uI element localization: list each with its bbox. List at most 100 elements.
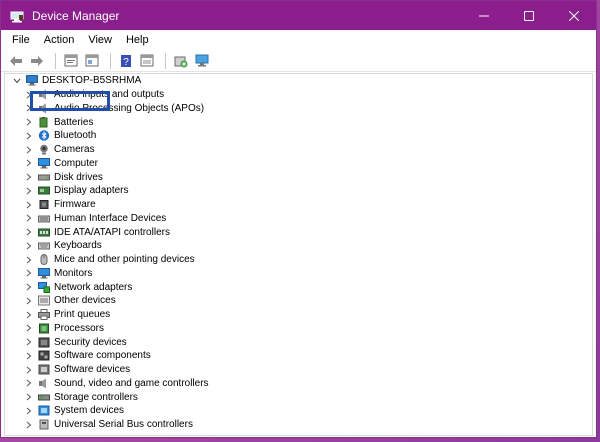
tree-category-system-devices[interactable]: System devices bbox=[5, 404, 592, 418]
tree-item-label: Processors bbox=[54, 322, 105, 334]
add-legacy-hardware-button[interactable] bbox=[172, 52, 190, 70]
tree-category-keyboards[interactable]: Keyboards bbox=[5, 239, 592, 253]
tree-category-software-devices[interactable]: Software devices bbox=[5, 363, 592, 377]
disk-drive-icon bbox=[38, 172, 50, 183]
chevron-right-icon[interactable] bbox=[24, 351, 34, 361]
unknown-device-icon bbox=[38, 295, 50, 306]
tree-category-software-components[interactable]: Software components bbox=[5, 349, 592, 363]
tree-category-display-adapters[interactable]: Display adapters bbox=[5, 184, 592, 198]
tree-category-security-devices[interactable]: Security devices bbox=[5, 335, 592, 349]
chevron-right-icon[interactable] bbox=[24, 282, 34, 292]
chevron-right-icon[interactable] bbox=[24, 241, 34, 251]
chevron-right-icon[interactable] bbox=[24, 90, 34, 100]
tree-category-audio-processing-objects-apos[interactable]: Audio Processing Objects (APOs) bbox=[5, 102, 592, 116]
help-button[interactable]: ? bbox=[117, 52, 135, 70]
chevron-right-icon[interactable] bbox=[24, 172, 34, 182]
chevron-right-icon[interactable] bbox=[24, 227, 34, 237]
tree-category-sound-video-and-game-controllers[interactable]: Sound, video and game controllers bbox=[5, 377, 592, 391]
tree-item-label: Human Interface Devices bbox=[54, 212, 167, 224]
update-driver-button[interactable] bbox=[138, 52, 156, 70]
chevron-right-icon[interactable] bbox=[24, 213, 34, 223]
chevron-right-icon[interactable] bbox=[24, 392, 34, 402]
chevron-right-icon[interactable] bbox=[24, 337, 34, 347]
device-tree[interactable]: DESKTOP-B5SRHMA Audio inputs and outputs… bbox=[4, 73, 593, 436]
menu-action[interactable]: Action bbox=[37, 34, 82, 46]
tree-item-label: Print queues bbox=[54, 309, 111, 321]
chevron-right-icon[interactable] bbox=[24, 131, 34, 141]
back-button[interactable] bbox=[7, 52, 25, 70]
chevron-right-icon[interactable] bbox=[24, 103, 34, 113]
menu-help[interactable]: Help bbox=[119, 34, 156, 46]
chevron-right-icon[interactable] bbox=[24, 420, 34, 430]
bluetooth-icon bbox=[38, 130, 50, 142]
add-legacy-hardware-icon bbox=[174, 56, 188, 67]
tree-item-label: Batteries bbox=[54, 116, 94, 128]
tree-category-audio-inputs-and-outputs[interactable]: Audio inputs and outputs bbox=[5, 88, 592, 102]
tree-item-label: Universal Serial Bus controllers bbox=[54, 419, 193, 431]
chevron-right-icon[interactable] bbox=[24, 323, 34, 333]
tree-item-label: Bluetooth bbox=[54, 130, 97, 142]
chevron-right-icon[interactable] bbox=[24, 158, 34, 168]
properties-icon bbox=[64, 54, 78, 67]
root-computer-name: DESKTOP-B5SRHMA bbox=[42, 75, 142, 87]
keyboard-icon bbox=[38, 240, 50, 251]
tree-category-human-interface-devices[interactable]: Human Interface Devices bbox=[5, 212, 592, 226]
chevron-right-icon[interactable] bbox=[24, 310, 34, 320]
forward-button[interactable] bbox=[28, 52, 46, 70]
tree-item-label: Other devices bbox=[54, 295, 116, 307]
tree-root-node[interactable]: DESKTOP-B5SRHMA bbox=[5, 74, 592, 88]
chevron-right-icon[interactable] bbox=[24, 378, 34, 388]
close-icon bbox=[568, 10, 579, 21]
tree-category-mice-and-other-pointing-devices[interactable]: Mice and other pointing devices bbox=[5, 253, 592, 267]
chevron-right-icon[interactable] bbox=[24, 406, 34, 416]
toolbar: ? bbox=[1, 50, 596, 72]
minimize-button[interactable] bbox=[461, 1, 506, 30]
tree-category-batteries[interactable]: Batteries bbox=[5, 115, 592, 129]
show-hidden-button[interactable] bbox=[83, 52, 101, 70]
tree-category-other-devices[interactable]: Other devices bbox=[5, 294, 592, 308]
tree-category-monitors[interactable]: Monitors bbox=[5, 267, 592, 281]
tree-item-label: Audio Processing Objects (APOs) bbox=[54, 102, 205, 114]
chevron-right-icon[interactable] bbox=[24, 200, 34, 210]
speaker-icon bbox=[38, 378, 50, 389]
maximize-button[interactable] bbox=[506, 1, 551, 30]
device-manager-app-icon bbox=[10, 10, 24, 22]
menu-view[interactable]: View bbox=[81, 34, 119, 46]
tree-item-label: Software components bbox=[54, 350, 151, 362]
scan-hardware-button[interactable] bbox=[193, 52, 211, 70]
window-title: Device Manager bbox=[32, 8, 120, 23]
scan-hardware-icon bbox=[195, 54, 209, 67]
tree-category-firmware[interactable]: Firmware bbox=[5, 198, 592, 212]
tree-category-network-adapters[interactable]: Network adapters bbox=[5, 280, 592, 294]
tree-category-ide-ata-atapi-controllers[interactable]: IDE ATA/ATAPI controllers bbox=[5, 225, 592, 239]
chevron-right-icon[interactable] bbox=[24, 268, 34, 278]
chevron-right-icon[interactable] bbox=[24, 186, 34, 196]
tree-category-computer[interactable]: Computer bbox=[5, 157, 592, 171]
tree-item-label: Security devices bbox=[54, 336, 127, 348]
security-icon bbox=[38, 337, 50, 348]
chevron-right-icon[interactable] bbox=[24, 145, 34, 155]
tree-item-label: Firmware bbox=[54, 199, 96, 211]
tree-category-universal-serial-bus-controllers[interactable]: Universal Serial Bus controllers bbox=[5, 418, 592, 432]
tree-category-disk-drives[interactable]: Disk drives bbox=[5, 170, 592, 184]
chevron-right-icon[interactable] bbox=[24, 117, 34, 127]
chevron-right-icon[interactable] bbox=[24, 296, 34, 306]
tree-item-label: IDE ATA/ATAPI controllers bbox=[54, 226, 170, 238]
title-bar[interactable]: Device Manager bbox=[1, 1, 596, 30]
tree-category-storage-controllers[interactable]: Storage controllers bbox=[5, 390, 592, 404]
tree-category-cameras[interactable]: Cameras bbox=[5, 143, 592, 157]
tree-item-label: Keyboards bbox=[54, 240, 102, 252]
show-hidden-icon bbox=[85, 54, 99, 67]
tree-category-print-queues[interactable]: Print queues bbox=[5, 308, 592, 322]
tree-category-processors[interactable]: Processors bbox=[5, 322, 592, 336]
menu-file[interactable]: File bbox=[5, 34, 37, 46]
chevron-down-icon[interactable] bbox=[12, 76, 22, 86]
ide-controller-icon bbox=[38, 227, 50, 238]
minimize-icon bbox=[478, 15, 489, 16]
chevron-right-icon[interactable] bbox=[24, 255, 34, 265]
properties-button[interactable] bbox=[62, 52, 80, 70]
tree-item-label: Disk drives bbox=[54, 171, 103, 183]
close-button[interactable] bbox=[551, 1, 596, 30]
chevron-right-icon[interactable] bbox=[24, 365, 34, 375]
tree-category-bluetooth[interactable]: Bluetooth bbox=[5, 129, 592, 143]
